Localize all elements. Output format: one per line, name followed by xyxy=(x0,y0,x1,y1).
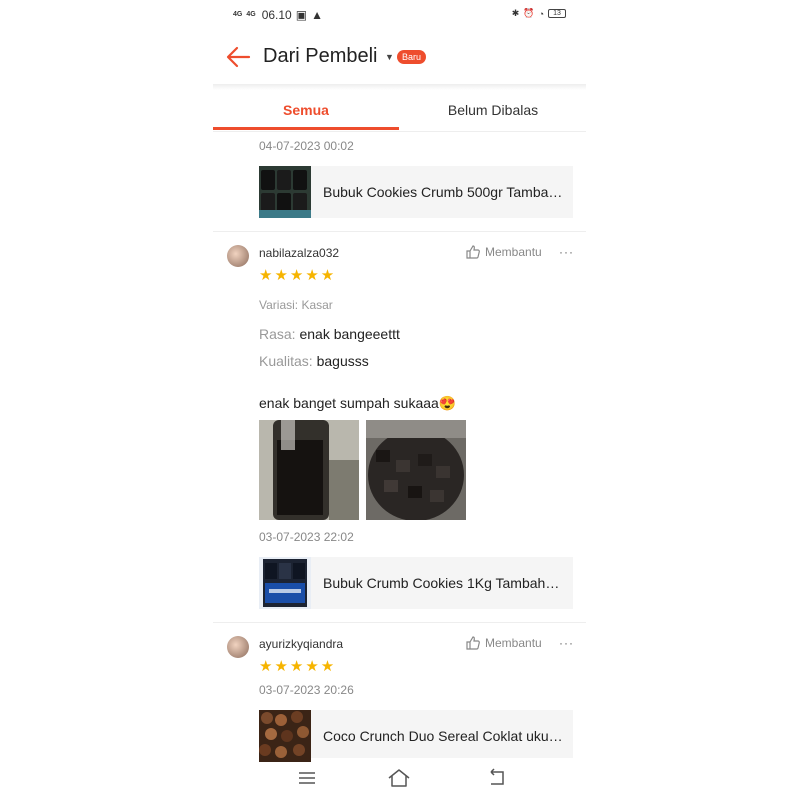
helpful-button[interactable]: Membantu xyxy=(465,635,542,651)
review-photo[interactable] xyxy=(366,420,466,520)
helpful-label: Membantu xyxy=(485,636,542,650)
network-indicator: 4G xyxy=(246,11,256,18)
product-thumbnail xyxy=(259,166,311,218)
wifi-icon: ◔ xyxy=(538,8,544,19)
tab-all[interactable]: Semua xyxy=(213,92,399,130)
product-card[interactable]: Bubuk Cookies Crumb 500gr Tambahan Toppi… xyxy=(259,166,573,218)
attribute-key: Rasa: xyxy=(259,326,296,342)
attribute-key: Kualitas: xyxy=(259,353,313,369)
review-attribute: Rasa: enak bangeeettt xyxy=(259,326,400,342)
star-rating: ★★★★★ xyxy=(259,267,337,284)
network-indicator: 4G xyxy=(233,11,243,18)
review-photo[interactable] xyxy=(259,420,359,520)
header-divider xyxy=(213,84,586,90)
warning-icon: ▲ xyxy=(311,8,323,22)
product-card[interactable]: Coco Crunch Duo Sereal Coklat ukuran kec… xyxy=(259,710,573,762)
avatar[interactable] xyxy=(227,636,249,658)
new-badge: Baru xyxy=(397,50,427,64)
battery-icon: 13 xyxy=(548,9,566,18)
gallery-icon: ▣ xyxy=(295,8,308,22)
arrow-left-icon[interactable] xyxy=(225,44,253,70)
attribute-value: bagusss xyxy=(316,353,369,369)
page-title[interactable]: Dari Pembeli xyxy=(263,45,377,68)
divider xyxy=(213,622,586,623)
product-thumbnail xyxy=(259,557,311,609)
review-attribute: Kualitas: bagusss xyxy=(259,353,369,369)
star-rating: ★★★★★ xyxy=(259,658,337,675)
product-thumbnail xyxy=(259,710,311,762)
product-name: Coco Crunch Duo Sereal Coklat ukuran kec… xyxy=(323,728,567,744)
username: nabilazalza032 xyxy=(259,246,340,260)
variation-label: Variasi: Kasar xyxy=(259,298,333,312)
alarm-icon: ⏰ xyxy=(523,8,535,18)
app-header: Dari Pembeli ▼ Baru xyxy=(213,38,586,78)
thumbs-up-icon xyxy=(466,636,480,650)
tab-unreplied[interactable]: Belum Dibalas xyxy=(400,92,586,130)
caret-down-icon[interactable]: ▼ xyxy=(385,52,394,62)
helpful-label: Membantu xyxy=(485,245,542,259)
helpful-button[interactable]: Membantu xyxy=(465,244,542,260)
clock: 06.10 xyxy=(261,8,292,22)
review-date: 04-07-2023 00:02 xyxy=(259,139,354,153)
username: ayurizkyqiandra xyxy=(259,637,344,651)
review-date: 03-07-2023 22:02 xyxy=(259,530,354,544)
ellipsis-icon[interactable]: ··· xyxy=(559,245,574,259)
home-icon[interactable] xyxy=(387,766,411,790)
thumbs-up-icon xyxy=(466,245,480,259)
review-date: 03-07-2023 20:26 xyxy=(259,683,354,697)
ellipsis-icon[interactable]: ··· xyxy=(559,636,574,650)
product-name: Bubuk Cookies Crumb 500gr Tambahan Toppi… xyxy=(323,184,567,200)
product-card[interactable]: Bubuk Crumb Cookies 1Kg Tambahan Topping… xyxy=(259,557,573,609)
avatar[interactable] xyxy=(227,245,249,267)
product-name: Bubuk Crumb Cookies 1Kg Tambahan Topping… xyxy=(323,575,567,591)
phone-screen: 4G 4G 06.10 ▣ ▲ ✱ ⏰ ◔ 13 Dari Pembeli ▼ … xyxy=(213,0,586,800)
bluetooth-icon: ✱ xyxy=(511,8,520,18)
menu-icon[interactable] xyxy=(295,766,319,790)
attribute-value: enak bangeeettt xyxy=(299,326,400,342)
back-nav-icon[interactable] xyxy=(485,766,509,790)
tab-bar: Semua Belum Dibalas xyxy=(213,92,586,132)
system-nav-bar xyxy=(213,762,586,794)
review-comment: enak banget sumpah sukaaa😍 xyxy=(259,395,457,411)
divider xyxy=(213,231,586,232)
status-bar: 4G 4G 06.10 ▣ ▲ ✱ ⏰ ◔ 13 xyxy=(213,4,586,26)
